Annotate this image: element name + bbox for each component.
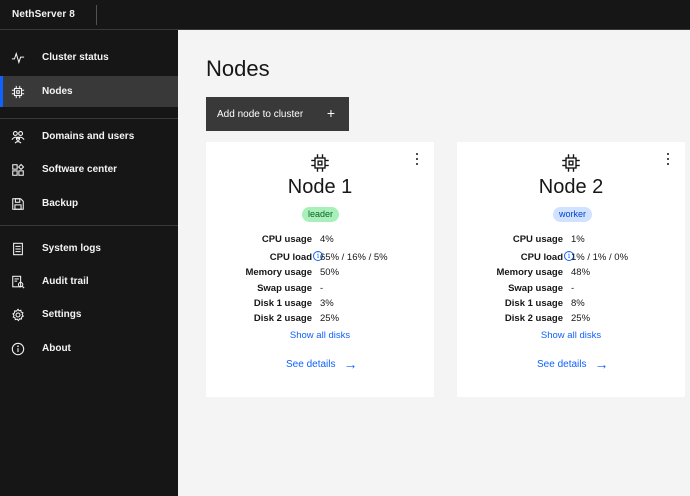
stat-value: 1% / 1% / 0% [571, 252, 629, 263]
sidebar-item-label: Cluster status [42, 52, 109, 63]
stat-value: - [320, 283, 324, 294]
nav-divider [0, 225, 178, 226]
see-details-link[interactable]: See details → [286, 356, 358, 372]
stat-label: Disk 2 usage [504, 313, 563, 324]
see-details-label: See details [537, 358, 587, 370]
sidebar-item-label: Settings [42, 309, 82, 320]
sidebar-item-label: About [42, 343, 71, 354]
stat-value: 3% [320, 298, 334, 309]
sidebar-item-nodes[interactable]: Nodes [0, 76, 178, 107]
users-icon [10, 129, 25, 144]
sidebar-item-about[interactable]: About [0, 333, 178, 364]
stat-label: Swap usage [257, 283, 312, 294]
stat-row: Disk 2 usage 25% [206, 313, 434, 327]
sidebar-item-domains-and-users[interactable]: Domains and users [0, 121, 178, 152]
role-badge: worker [553, 207, 593, 222]
chip-icon [562, 154, 580, 172]
audit-icon [10, 274, 25, 289]
sidebar-item-label: Audit trail [42, 276, 89, 287]
stat-label: Swap usage [508, 283, 563, 294]
add-node-button-label: Add node to cluster [217, 108, 304, 120]
stat-label: Disk 1 usage [253, 298, 312, 309]
chip-icon [10, 84, 25, 99]
stat-row: Swap usage - [457, 283, 685, 297]
sidebar-item-system-logs[interactable]: System logs [0, 233, 178, 264]
role-badge: leader [302, 207, 340, 222]
sidebar-item-software-center[interactable]: Software center [0, 154, 178, 185]
stat-label: CPU load [269, 252, 312, 263]
stat-value: 8% [571, 298, 585, 309]
stat-row: Disk 2 usage 25% [457, 313, 685, 327]
stat-row: CPU load i 1% / 1% / 0% [457, 251, 685, 266]
stat-value: 1% [571, 234, 585, 245]
apps-icon [10, 162, 25, 177]
sidebar-item-settings[interactable]: Settings [0, 299, 178, 330]
stat-value: 25% [571, 313, 591, 324]
page-title: Nodes [206, 56, 270, 81]
overflow-menu-icon[interactable] [663, 152, 673, 166]
stat-label: CPU load [520, 252, 563, 263]
stat-value: 48% [571, 267, 591, 278]
stat-label: CPU usage [261, 234, 312, 245]
activity-icon [10, 50, 25, 65]
stat-label: Disk 2 usage [253, 313, 312, 324]
logs-icon [10, 241, 25, 256]
show-all-disks-link[interactable]: Show all disks [206, 330, 434, 341]
sidebar-item-label: Domains and users [42, 131, 135, 142]
arrow-right-icon: → [594, 356, 609, 372]
node-card: Node 1 leader CPU usage 4% CPU load i 65… [206, 142, 434, 397]
main-content: Nodes Add node to cluster + Node 1 leade… [178, 30, 690, 496]
stat-label: Memory usage [496, 267, 563, 278]
overflow-menu-icon[interactable] [412, 152, 422, 166]
show-all-disks-link[interactable]: Show all disks [457, 330, 685, 341]
stat-label: Disk 1 usage [504, 298, 563, 309]
app-title[interactable]: NethServer 8 [0, 9, 75, 20]
header-divider [96, 5, 97, 25]
stat-row: Swap usage - [206, 283, 434, 297]
stat-value: - [571, 283, 575, 294]
node-name: Node 1 [287, 176, 353, 198]
arrow-right-icon: → [343, 356, 358, 372]
chip-icon [311, 154, 329, 172]
sidebar-item-label: Software center [42, 164, 118, 175]
see-details-link[interactable]: See details → [537, 356, 609, 372]
stat-row: CPU usage 1% [457, 234, 685, 248]
stat-row: Memory usage 48% [457, 267, 685, 281]
stat-row: Disk 1 usage 3% [206, 298, 434, 312]
stat-row: CPU usage 4% [206, 234, 434, 248]
see-details-label: See details [286, 358, 336, 370]
stat-value: 25% [320, 313, 340, 324]
stat-row: Disk 1 usage 8% [457, 298, 685, 312]
sidebar-item-audit-trail[interactable]: Audit trail [0, 266, 178, 297]
nav-divider [0, 118, 178, 119]
save-icon [10, 196, 25, 211]
stat-label: Memory usage [245, 267, 312, 278]
sidebar: Cluster status Nodes Domains and users S… [0, 30, 178, 496]
stat-value: 65% / 16% / 5% [320, 252, 388, 263]
stat-label: CPU usage [512, 234, 563, 245]
sidebar-item-backup[interactable]: Backup [0, 188, 178, 219]
sidebar-item-label: Nodes [42, 86, 73, 97]
app-header: NethServer 8 [0, 0, 690, 30]
stat-row: CPU load i 65% / 16% / 5% [206, 251, 434, 266]
add-node-button[interactable]: Add node to cluster + [206, 97, 349, 131]
stat-row: Memory usage 50% [206, 267, 434, 281]
stat-value: 50% [320, 267, 340, 278]
node-card: Node 2 worker CPU usage 1% CPU load i 1%… [457, 142, 685, 397]
plus-icon: + [326, 105, 335, 121]
sidebar-item-cluster-status[interactable]: Cluster status [0, 42, 178, 73]
sidebar-item-label: Backup [42, 198, 79, 209]
info-icon [10, 341, 25, 356]
sidebar-item-label: System logs [42, 243, 101, 254]
node-name: Node 2 [538, 176, 604, 198]
settings-icon [10, 307, 25, 322]
stat-value: 4% [320, 234, 334, 245]
